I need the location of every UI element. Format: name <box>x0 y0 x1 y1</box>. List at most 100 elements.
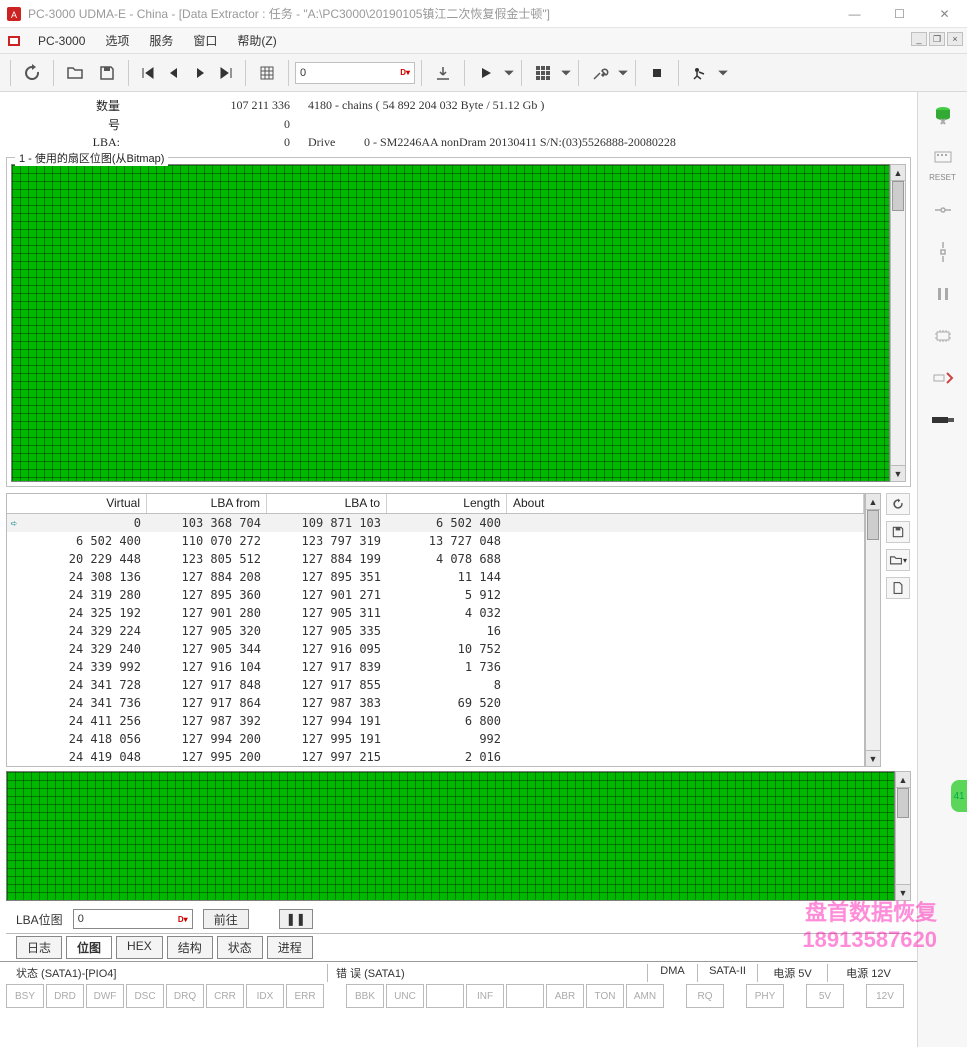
lba-scroll-up-icon[interactable]: ▲ <box>896 772 910 788</box>
pause-button[interactable]: ❚❚ <box>279 909 313 929</box>
mdi-close-button[interactable]: × <box>947 32 963 46</box>
refresh-button[interactable] <box>17 58 47 88</box>
chip-icon[interactable] <box>926 322 960 350</box>
tab-状态[interactable]: 状态 <box>217 936 263 959</box>
menu-window[interactable]: 窗口 <box>183 28 227 53</box>
cell-virtual: 24 419 048 <box>21 750 147 764</box>
table-row[interactable]: 24 341 728127 917 848127 917 855 8 <box>7 676 864 694</box>
col-about[interactable]: About <box>507 494 864 513</box>
table-row[interactable]: ➪ 0103 368 704109 871 103 6 502 400 <box>7 514 864 532</box>
last-button[interactable] <box>213 58 239 88</box>
table-document-button[interactable] <box>886 577 910 599</box>
export-button[interactable] <box>428 58 458 88</box>
table-row[interactable]: 24 325 192127 901 280127 905 311 4 032 <box>7 604 864 622</box>
prev-button[interactable] <box>161 58 187 88</box>
table-row[interactable]: 20 229 448123 805 512127 884 199 4 078 6… <box>7 550 864 568</box>
sector-bitmap[interactable] <box>11 164 890 482</box>
table-row[interactable]: 24 341 736127 917 864127 987 383 69 520 <box>7 694 864 712</box>
table-row[interactable]: 24 329 240127 905 344127 916 095 10 752 <box>7 640 864 658</box>
table-row[interactable]: 24 319 280127 895 360127 901 271 5 912 <box>7 586 864 604</box>
pause2-icon[interactable] <box>926 280 960 308</box>
table-scroll-up-icon[interactable]: ▲ <box>866 494 880 510</box>
tools-dropdown-icon[interactable] <box>617 58 629 88</box>
tab-HEX[interactable]: HEX <box>116 936 163 959</box>
play-button[interactable] <box>471 58 501 88</box>
table-row[interactable]: 24 419 048127 995 200127 997 215 2 016 <box>7 748 864 766</box>
status-light-CRR: CRR <box>206 984 244 1008</box>
address-input[interactable]: 0 D▾ <box>295 62 415 84</box>
open-button[interactable] <box>60 58 90 88</box>
mdi-minimize-button[interactable]: _ <box>911 32 927 46</box>
tab-位图[interactable]: 位图 <box>66 936 112 959</box>
grid-button[interactable] <box>252 58 282 88</box>
play-dropdown-icon[interactable] <box>503 58 515 88</box>
reset-icon[interactable] <box>926 142 960 170</box>
status-light-DRQ: DRQ <box>166 984 204 1008</box>
close-button[interactable]: ✕ <box>922 0 967 28</box>
tools-button[interactable] <box>585 58 615 88</box>
table-row[interactable]: 24 339 992127 916 104127 917 839 1 736 <box>7 658 864 676</box>
lba-scroll-thumb[interactable] <box>897 788 909 818</box>
cell-virtual: 24 329 224 <box>21 624 147 638</box>
connector-icon[interactable] <box>926 406 960 434</box>
exit-button[interactable] <box>685 58 715 88</box>
scroll-up-icon[interactable]: ▲ <box>891 165 905 181</box>
side-knob[interactable]: 41 <box>951 780 967 812</box>
lba-scroll-down-icon[interactable]: ▼ <box>896 884 910 900</box>
minimize-button[interactable]: — <box>832 0 877 28</box>
address-dropdown-icon[interactable]: D▾ <box>400 68 410 77</box>
spindle-icon[interactable] <box>926 238 960 266</box>
matrix-dropdown-icon[interactable] <box>560 58 572 88</box>
table-save-button[interactable] <box>886 521 910 543</box>
status-dma-label: DMA <box>648 964 698 982</box>
num-label: 号 <box>8 115 128 134</box>
table-open-button[interactable]: ▾ <box>886 549 910 571</box>
table-refresh-button[interactable] <box>886 493 910 515</box>
bitmap-scrollbar[interactable]: ▲ ▼ <box>890 164 906 482</box>
first-button[interactable] <box>135 58 161 88</box>
scroll-down-icon[interactable]: ▼ <box>891 465 905 481</box>
tab-进程[interactable]: 进程 <box>267 936 313 959</box>
col-virtual[interactable]: Virtual <box>7 494 147 513</box>
save-button[interactable] <box>92 58 122 88</box>
maximize-button[interactable]: ☐ <box>877 0 922 28</box>
status-light-5V: 5V <box>806 984 844 1008</box>
lba-bitmap-scrollbar[interactable]: ▲ ▼ <box>895 771 911 901</box>
table-row[interactable]: 6 502 400110 070 272123 797 319 13 727 0… <box>7 532 864 550</box>
stop-button[interactable] <box>642 58 672 88</box>
table-row[interactable]: 24 329 224127 905 320127 905 335 16 <box>7 622 864 640</box>
power-cycle-icon[interactable] <box>926 100 960 128</box>
cell-length: 6 800 <box>387 714 507 728</box>
goto-dropdown-icon[interactable]: D▾ <box>178 915 188 924</box>
menu-options[interactable]: 选项 <box>95 28 139 53</box>
col-length[interactable]: Length <box>387 494 507 513</box>
table-row[interactable]: 24 418 056127 994 200127 995 191 992 <box>7 730 864 748</box>
menu-services[interactable]: 服务 <box>139 28 183 53</box>
unplug-icon[interactable] <box>926 364 960 392</box>
mdi-restore-button[interactable]: ❐ <box>929 32 945 46</box>
table-row[interactable]: 24 308 136127 884 208127 895 351 11 144 <box>7 568 864 586</box>
table-scroll-down-icon[interactable]: ▼ <box>866 750 880 766</box>
scroll-thumb[interactable] <box>892 181 904 211</box>
brand-icon <box>6 33 22 49</box>
menu-brand[interactable]: PC-3000 <box>28 30 95 52</box>
cell-length: 16 <box>387 624 507 638</box>
table-row[interactable]: 24 411 256127 987 392127 994 191 6 800 <box>7 712 864 730</box>
col-lba-from[interactable]: LBA from <box>147 494 267 513</box>
tab-结构[interactable]: 结构 <box>167 936 213 959</box>
lba-bitmap[interactable] <box>6 771 895 901</box>
table-scroll-thumb[interactable] <box>867 510 879 540</box>
status-light-IDX: IDX <box>246 984 284 1008</box>
table-scrollbar[interactable]: ▲ ▼ <box>865 493 881 767</box>
matrix-button[interactable] <box>528 58 558 88</box>
cell-from: 103 368 704 <box>147 516 267 530</box>
tab-日志[interactable]: 日志 <box>16 936 62 959</box>
goto-input[interactable]: 0 D▾ <box>73 909 193 929</box>
head-tool-icon[interactable] <box>926 196 960 224</box>
col-lba-to[interactable]: LBA to <box>267 494 387 513</box>
exit-dropdown-icon[interactable] <box>717 58 729 88</box>
menu-help[interactable]: 帮助(Z) <box>227 28 286 53</box>
next-button[interactable] <box>187 58 213 88</box>
goto-button[interactable]: 前往 <box>203 909 249 929</box>
cell-to: 127 917 855 <box>267 678 387 692</box>
